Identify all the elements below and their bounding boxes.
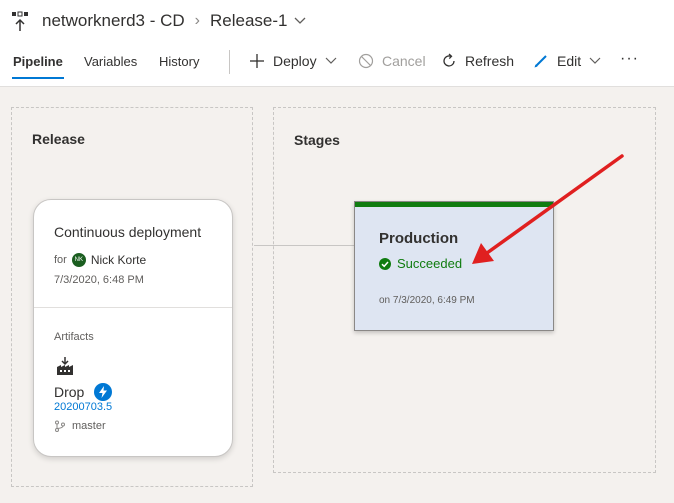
annotation-arrow — [472, 154, 624, 264]
